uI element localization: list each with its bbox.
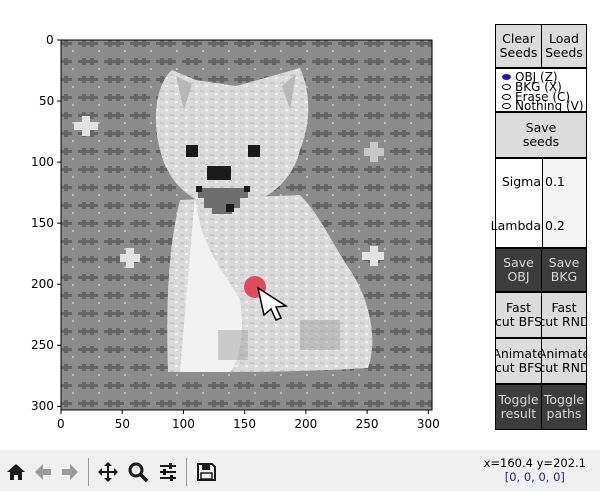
x-tick-label: 250: [355, 417, 379, 431]
home-icon[interactable]: [4, 459, 28, 485]
radio-unselected-icon: [502, 103, 511, 109]
configure-subplots-icon[interactable]: [156, 459, 180, 485]
animate-cut-rnd-button[interactable]: Animate cut RND: [541, 338, 587, 384]
animate-cut-bfs-button[interactable]: Animate cut BFS: [495, 338, 542, 384]
zoom-icon[interactable]: [126, 459, 150, 485]
plot-area[interactable]: 0 50 100 150 200 250 300 0 50 100 150 200 250 300: [0, 0, 470, 450]
y-tick-label: 250: [31, 338, 54, 353]
save-figure-icon[interactable]: [194, 459, 218, 485]
y-tick-label: 300: [31, 399, 54, 414]
y-tick-label: 150: [31, 216, 54, 231]
save-seeds-button[interactable]: Save seeds: [495, 112, 587, 158]
toolbar-separator: [88, 458, 89, 486]
toggle-result-button[interactable]: Toggle result: [495, 384, 542, 430]
image-axes[interactable]: [0, 0, 470, 450]
y-tick-label: 100: [31, 155, 54, 170]
seed-mode-radio-group[interactable]: OBJ (Z) BKG (X) Erase (C) Nothing (V): [495, 68, 587, 113]
save-bkg-button[interactable]: Save BKG: [541, 248, 587, 292]
radio-unselected-icon: [502, 84, 511, 90]
lambda-input[interactable]: 0.2: [542, 203, 586, 247]
fast-cut-rnd-button[interactable]: Fast cut RND: [541, 292, 587, 338]
load-seeds-button[interactable]: Load Seeds: [541, 24, 587, 68]
x-tick-label: 150: [233, 417, 257, 431]
toggle-paths-button[interactable]: Toggle paths: [541, 384, 587, 430]
forward-arrow-icon[interactable]: [58, 459, 82, 485]
radio-selected-icon: [502, 74, 511, 80]
x-tick-label: 50: [114, 417, 130, 431]
x-tick-label: 0: [57, 417, 65, 431]
x-tick-label: 100: [171, 417, 195, 431]
cursor-coordinates: x=160.4 y=202.1: [483, 456, 586, 470]
y-tick-label: 0: [46, 33, 54, 47]
save-obj-button[interactable]: Save OBJ: [495, 248, 542, 292]
lambda-label: Lambda: [491, 203, 543, 247]
x-tick-label: 200: [294, 417, 318, 431]
y-tick-label: 200: [31, 277, 54, 292]
pan-icon[interactable]: [96, 459, 120, 485]
parameter-fields: Sigma 0.1 Lambda 0.2: [491, 158, 587, 248]
x-tick-label: 300: [416, 417, 440, 431]
radio-option-nothing[interactable]: Nothing (V): [502, 99, 584, 113]
coordinate-readout: x=160.4 y=202.1 [0, 0, 0, 0]: [484, 456, 586, 484]
sigma-label: Sigma: [496, 159, 543, 203]
sigma-input[interactable]: 0.1: [542, 159, 586, 203]
fast-cut-bfs-button[interactable]: Fast cut BFS: [495, 292, 542, 338]
back-arrow-icon[interactable]: [31, 459, 55, 485]
pixel-value: [0, 0, 0, 0]: [504, 470, 565, 484]
toolbar-separator: [186, 458, 187, 486]
clear-seeds-button[interactable]: Clear Seeds: [495, 24, 542, 68]
y-tick-label: 50: [39, 94, 55, 109]
